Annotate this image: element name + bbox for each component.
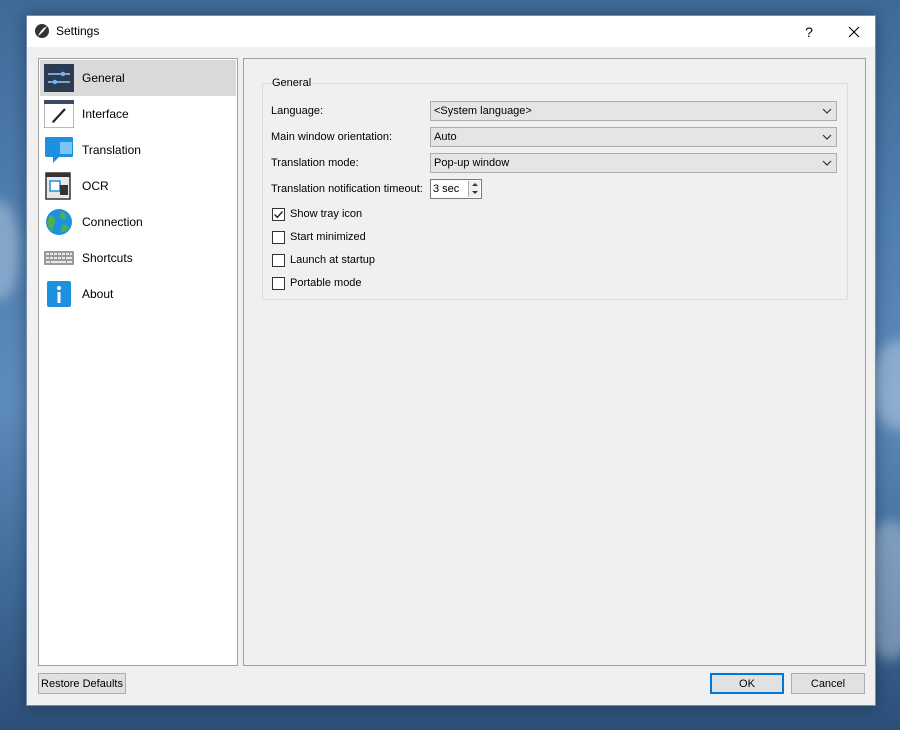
sidebar-item-interface[interactable]: Interface (40, 96, 236, 132)
checkbox-label: Show tray icon (290, 208, 363, 220)
spin-buttons (468, 181, 480, 197)
sidebar-item-ocr[interactable]: OCR (40, 168, 236, 204)
chevron-down-icon (822, 108, 832, 114)
language-label: Language: (271, 105, 323, 117)
language-value: <System language> (434, 105, 532, 117)
sliders-icon (44, 64, 74, 92)
show-tray-icon-checkbox[interactable] (272, 207, 285, 221)
spin-up-icon[interactable] (471, 181, 479, 188)
checkbox-label: Start minimized (290, 231, 366, 243)
translation-mode-value: Pop-up window (434, 157, 510, 169)
sidebar-item-shortcuts[interactable]: Shortcuts (40, 240, 236, 276)
translation-mode-label: Translation mode: (271, 157, 359, 169)
start-minimized-checkbox[interactable] (272, 230, 285, 244)
close-icon (848, 26, 860, 37)
timeout-value: 3 sec (433, 183, 460, 195)
checkbox-label: Launch at startup (290, 254, 376, 266)
checkbox-label: Portable mode (290, 277, 362, 289)
title-bar: Settings ? (27, 16, 875, 47)
keyboard-icon (44, 251, 74, 265)
sidebar-item-label: OCR (82, 179, 109, 193)
background-cloud (0, 200, 20, 300)
show-tray-icon-option[interactable]: Show tray icon (272, 206, 362, 222)
close-button[interactable] (837, 16, 871, 47)
sidebar-item-label: Connection (82, 215, 143, 229)
orientation-label: Main window orientation: (271, 131, 393, 143)
ok-button[interactable]: OK (710, 673, 784, 694)
launch-at-startup-option[interactable]: Launch at startup (272, 252, 375, 268)
sidebar-item-translation[interactable]: Translation (40, 132, 236, 168)
globe-icon (46, 209, 72, 235)
help-button[interactable]: ? (797, 16, 821, 47)
speech-bubble-icon (45, 137, 73, 163)
sidebar-item-label: Interface (82, 107, 129, 121)
orientation-select[interactable]: Auto (430, 127, 837, 147)
sidebar-item-connection[interactable]: Connection (40, 204, 236, 240)
restore-defaults-button[interactable]: Restore Defaults (38, 673, 126, 694)
cancel-button[interactable]: Cancel (791, 673, 865, 694)
orientation-value: Auto (434, 131, 457, 143)
window-title: Settings (56, 24, 100, 38)
portable-mode-checkbox[interactable] (272, 276, 285, 290)
chevron-down-icon (822, 134, 832, 140)
launch-at-startup-checkbox[interactable] (272, 253, 285, 267)
timeout-label: Translation notification timeout: (271, 183, 423, 195)
sidebar-item-label: General (82, 71, 125, 85)
language-select[interactable]: <System language> (430, 101, 837, 121)
translation-mode-select[interactable]: Pop-up window (430, 153, 837, 173)
spin-down-icon[interactable] (471, 189, 479, 196)
app-quill-icon (35, 24, 49, 38)
checkmark-icon (274, 210, 284, 218)
sidebar-item-label: Translation (82, 143, 141, 157)
sidebar-item-about[interactable]: About (40, 276, 236, 312)
general-settings-panel: General Language: <System language> Main… (243, 58, 866, 666)
screen-capture-icon (45, 172, 71, 200)
start-minimized-option[interactable]: Start minimized (272, 229, 366, 245)
sidebar-item-general[interactable]: General (40, 60, 236, 96)
chevron-down-icon (822, 160, 832, 166)
timeout-spinbox[interactable]: 3 sec (430, 179, 482, 199)
sidebar-item-label: About (82, 287, 114, 301)
sidebar-item-label: Shortcuts (82, 251, 133, 265)
settings-dialog: Settings ? General Interface Translation… (26, 15, 876, 706)
info-icon (47, 281, 71, 307)
portable-mode-option[interactable]: Portable mode (272, 275, 362, 291)
sidebar: General Interface Translation OCR Connec… (38, 58, 238, 666)
paintbrush-icon (44, 100, 74, 128)
group-title: General (271, 77, 313, 89)
